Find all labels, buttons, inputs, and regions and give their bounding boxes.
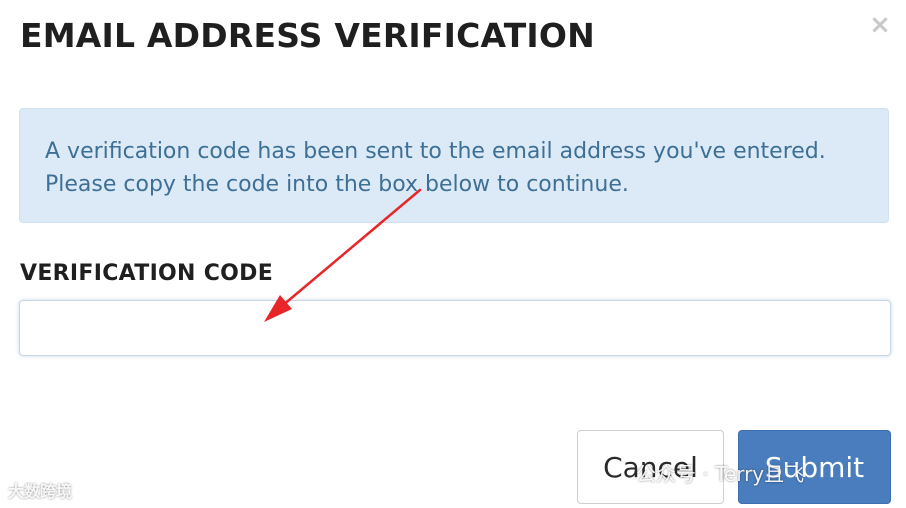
verification-code-label: VERIFICATION CODE xyxy=(20,261,274,286)
cancel-button[interactable]: Cancel xyxy=(577,430,724,504)
dialog-title: EMAIL ADDRESS VERIFICATION xyxy=(20,16,595,55)
alert-line-2: Please copy the code into the box below … xyxy=(45,172,629,197)
info-alert: A verification code has been sent to the… xyxy=(19,108,889,223)
verification-code-input[interactable] xyxy=(19,300,891,356)
submit-button[interactable]: Submit xyxy=(738,430,891,504)
watermark-left: 大数跨境 xyxy=(8,482,73,501)
alert-line-1: A verification code has been sent to the… xyxy=(45,139,826,164)
close-icon[interactable]: × xyxy=(869,12,891,38)
email-verification-dialog: EMAIL ADDRESS VERIFICATION × A verificat… xyxy=(0,0,906,508)
